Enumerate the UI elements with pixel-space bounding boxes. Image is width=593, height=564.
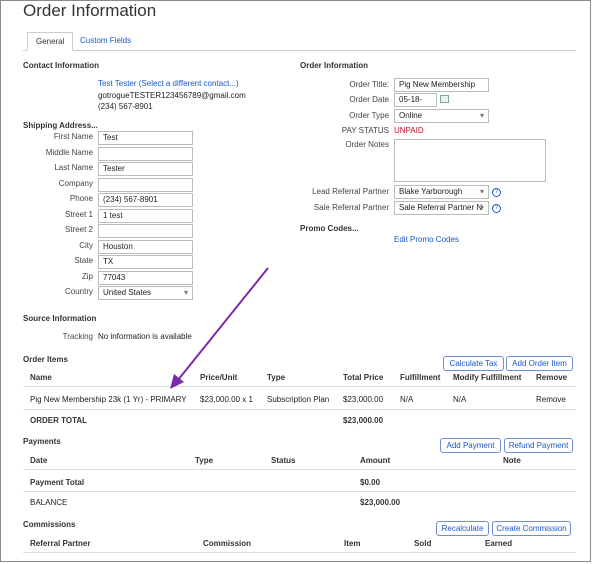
arrow-line: [177, 267, 269, 381]
annotation-arrow: [170, 267, 269, 389]
